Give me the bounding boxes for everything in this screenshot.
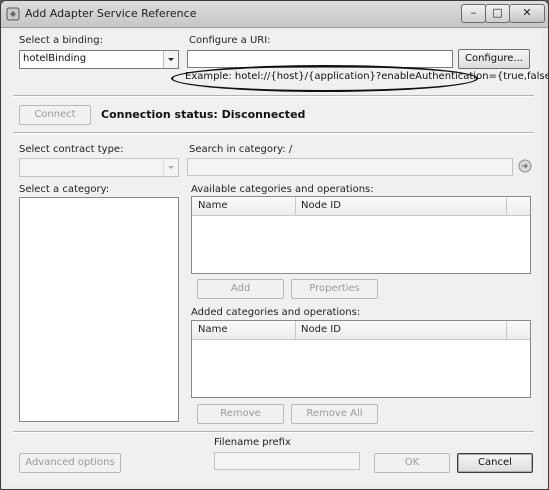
add-button[interactable]: Add xyxy=(197,279,284,299)
chevron-down-icon[interactable] xyxy=(163,159,178,176)
contract-type-label: Select contract type: xyxy=(19,144,124,155)
cancel-button[interactable]: Cancel xyxy=(457,453,533,473)
app-icon xyxy=(6,7,20,21)
added-list[interactable]: Name Node ID xyxy=(191,320,531,398)
filename-prefix-input[interactable] xyxy=(214,452,360,470)
go-icon[interactable] xyxy=(518,159,532,173)
column-divider xyxy=(506,321,507,339)
chevron-down-icon[interactable] xyxy=(163,51,178,68)
binding-combobox[interactable]: hotelBinding xyxy=(19,50,179,69)
column-node-id[interactable]: Node ID xyxy=(301,200,341,211)
properties-button[interactable]: Properties xyxy=(291,279,378,299)
uri-label: Configure a URI: xyxy=(189,35,271,46)
search-label: Search in category: / xyxy=(189,144,293,155)
connection-status-label: Connection status: xyxy=(101,108,218,121)
connection-status-value: Disconnected xyxy=(221,108,306,121)
binding-label: Select a binding: xyxy=(19,35,103,46)
dialog-window: Add Adapter Service Reference – □ ✕ Sele… xyxy=(0,0,549,490)
window-title: Add Adapter Service Reference xyxy=(25,7,197,20)
remove-all-button[interactable]: Remove All xyxy=(291,404,378,424)
available-list-header: Name Node ID xyxy=(192,197,530,216)
column-name[interactable]: Name xyxy=(198,324,228,335)
column-divider xyxy=(295,321,296,339)
dialog-content: Select a binding: hotelBinding Configure… xyxy=(7,29,548,483)
configure-button[interactable]: Configure... xyxy=(458,49,530,69)
ok-button[interactable]: OK xyxy=(374,453,450,473)
minimize-button[interactable]: – xyxy=(461,4,486,23)
column-node-id[interactable]: Node ID xyxy=(301,324,341,335)
separator xyxy=(13,431,534,433)
contract-type-combobox[interactable] xyxy=(19,158,179,177)
maximize-button[interactable]: □ xyxy=(485,4,510,23)
binding-value: hotelBinding xyxy=(23,53,87,64)
separator xyxy=(13,95,534,97)
column-divider xyxy=(506,197,507,215)
connect-button[interactable]: Connect xyxy=(19,105,91,125)
category-label: Select a category: xyxy=(19,184,110,195)
added-list-header: Name Node ID xyxy=(192,321,530,340)
available-list[interactable]: Name Node ID xyxy=(191,196,531,274)
remove-button[interactable]: Remove xyxy=(197,404,284,424)
uri-example: Example: hotel://{host}/{application}?en… xyxy=(185,71,549,82)
column-divider xyxy=(295,197,296,215)
column-name[interactable]: Name xyxy=(198,200,228,211)
separator xyxy=(13,132,534,134)
connection-status: Connection status: Disconnected xyxy=(101,108,305,121)
available-label: Available categories and operations: xyxy=(191,184,374,195)
advanced-options-button[interactable]: Advanced options xyxy=(19,453,121,473)
title-bar: Add Adapter Service Reference – □ ✕ xyxy=(1,1,548,28)
filename-prefix-label: Filename prefix xyxy=(214,437,291,448)
category-tree[interactable] xyxy=(19,197,179,422)
search-input[interactable] xyxy=(187,158,513,176)
added-label: Added categories and operations: xyxy=(191,307,361,318)
close-button[interactable]: ✕ xyxy=(509,4,545,23)
